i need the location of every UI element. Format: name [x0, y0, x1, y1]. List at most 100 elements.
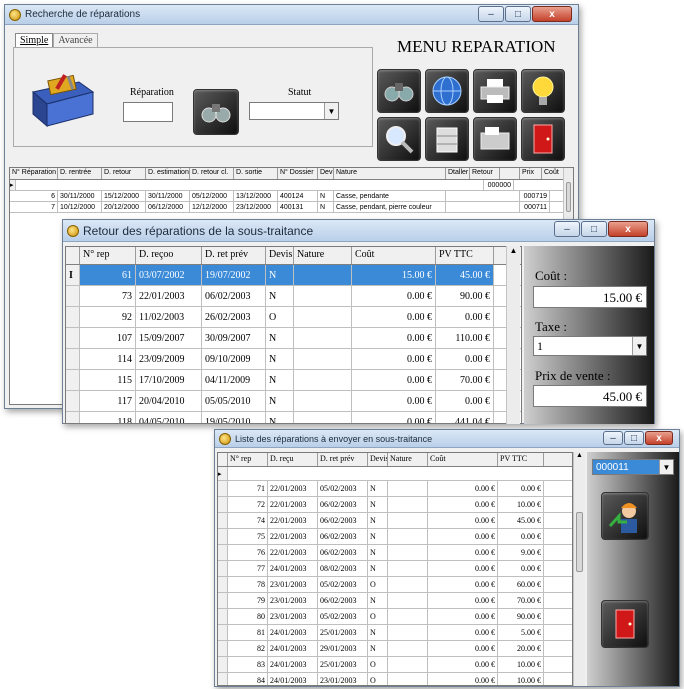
row-selector[interactable] [218, 561, 228, 576]
column-header[interactable]: N° rep [80, 247, 136, 264]
close-button[interactable]: x [532, 6, 572, 22]
menu-magnifier-button[interactable] [377, 117, 421, 161]
exit-button[interactable] [601, 600, 649, 648]
table-row[interactable]: 92 11/02/2003 26/02/2003 O 0.00 €0.00 € [66, 307, 521, 328]
minimize-button[interactable]: – [554, 221, 580, 237]
table-row[interactable]: 117 20/04/2010 05/05/2010 N 0.00 €0.00 € [66, 391, 521, 412]
maximize-button[interactable]: □ [624, 431, 644, 445]
send-to-subcontractor-button[interactable] [601, 492, 649, 540]
row-selector[interactable] [66, 412, 80, 423]
table-row[interactable]: 107 15/09/2007 30/09/2007 N 0.00 €110.00 € [66, 328, 521, 349]
column-header[interactable]: D. retour cl. [190, 168, 234, 179]
menu-cabinet-button[interactable] [425, 117, 469, 161]
table-row[interactable]: 74 22/01/2003 06/02/2003 N 0.00 €45.00 € [218, 513, 572, 529]
menu-globe-button[interactable] [425, 69, 469, 113]
table-row[interactable]: 73 22/01/2003 06/02/2003 N 0.00 €90.00 € [66, 286, 521, 307]
row-selector[interactable] [218, 609, 228, 624]
column-header[interactable]: Coût [352, 247, 436, 264]
sale-price-input[interactable]: 45.00 € [533, 385, 647, 407]
row-selector[interactable] [218, 545, 228, 560]
row-selector[interactable] [218, 577, 228, 592]
row-selector[interactable] [66, 370, 80, 390]
column-header[interactable]: D. sortie [234, 168, 278, 179]
menu-exit-button[interactable] [521, 117, 565, 161]
column-header[interactable]: D. ret prév [202, 247, 266, 264]
column-header[interactable]: N° rep [228, 453, 268, 466]
column-header[interactable] [500, 168, 520, 179]
column-header[interactable]: D. reçoo [136, 247, 202, 264]
row-selector[interactable] [66, 391, 80, 411]
maximize-button[interactable]: □ [581, 221, 607, 237]
table-row[interactable]: I 61 03/07/2002 19/07/2002 N 15.00 €45.00 € [66, 265, 521, 286]
row-selector[interactable] [218, 625, 228, 640]
table-row[interactable]: 118 04/05/2010 19/05/2010 N 0.00 €441.04 € [66, 412, 521, 423]
row-selector[interactable] [66, 349, 80, 369]
table-row[interactable]: 79 23/01/2003 06/02/2003 N 0.00 €70.00 € [218, 593, 572, 609]
scroll-up-icon[interactable]: ▲ [574, 452, 585, 459]
close-button[interactable]: x [645, 431, 673, 445]
repair-select[interactable]: 000011 ▼ [592, 459, 674, 475]
column-header[interactable]: D. estimation [146, 168, 190, 179]
column-header[interactable]: D. reçu [268, 453, 318, 466]
table-row[interactable]: ▸ 000000 [10, 180, 573, 191]
row-selector[interactable] [66, 307, 80, 327]
menu-search-button[interactable] [377, 69, 421, 113]
column-header[interactable]: Nature [334, 168, 446, 179]
column-header[interactable]: Devis [266, 247, 294, 264]
menu-lightbulb-button[interactable] [521, 69, 565, 113]
table-row[interactable]: 80 23/01/2003 05/02/2003 O 0.00 €90.00 € [218, 609, 572, 625]
column-header[interactable]: N° Dossier [278, 168, 318, 179]
table-row[interactable]: 78 23/01/2003 05/02/2003 O 0.00 €60.00 € [218, 577, 572, 593]
column-header[interactable]: PV TTC [436, 247, 494, 264]
cost-input[interactable]: 15.00 € [533, 286, 647, 308]
minimize-button[interactable]: – [478, 6, 504, 22]
vertical-scrollbar[interactable]: ▲ [573, 452, 585, 686]
row-selector[interactable] [218, 529, 228, 544]
row-selector[interactable] [218, 657, 228, 672]
row-selector[interactable] [218, 593, 228, 608]
table-row[interactable]: 82 24/01/2003 29/01/2003 N 0.00 €20.00 € [218, 641, 572, 657]
scroll-up-icon[interactable]: ▲ [507, 246, 520, 255]
table-row[interactable]: 84 24/01/2003 23/01/2003 O 0.00 €10.00 € [218, 673, 572, 685]
table-row[interactable]: 72 22/01/2003 06/02/2003 N 0.00 €10.00 € [218, 497, 572, 513]
row-selector[interactable] [218, 497, 228, 512]
row-selector[interactable]: I [66, 265, 80, 285]
menu-fax-button[interactable] [473, 117, 517, 161]
table-row[interactable]: 7 10/12/2000 20/12/2000 06/12/2000 12/12… [10, 202, 573, 213]
search-binoculars-button[interactable] [193, 89, 239, 135]
table-row[interactable]: 75 22/01/2003 06/02/2003 N 0.00 €0.00 € [218, 529, 572, 545]
column-header[interactable]: Retour [470, 168, 500, 179]
tax-select[interactable]: 1 ▼ [533, 336, 647, 356]
table-row[interactable]: 76 22/01/2003 06/02/2003 N 0.00 €9.00 € [218, 545, 572, 561]
table-row[interactable]: 83 24/01/2003 25/01/2003 O 0.00 €10.00 € [218, 657, 572, 673]
table-row[interactable]: 6 30/11/2000 15/12/2000 30/11/2000 05/12… [10, 191, 573, 202]
menu-printer-button[interactable] [473, 69, 517, 113]
row-selector[interactable] [66, 328, 80, 348]
column-header[interactable]: N° Réparation [10, 168, 58, 179]
column-header[interactable]: Coût [428, 453, 498, 466]
minimize-button[interactable]: – [603, 431, 623, 445]
column-header[interactable]: Nature [294, 247, 352, 264]
column-header[interactable]: D. ret prév [318, 453, 368, 466]
statut-select[interactable]: ▼ [249, 102, 339, 120]
column-header[interactable]: Devis [368, 453, 388, 466]
column-header[interactable]: D. retour [102, 168, 146, 179]
row-selector[interactable] [218, 513, 228, 528]
row-selector[interactable] [218, 673, 228, 685]
tab-simple[interactable]: Simple [15, 33, 54, 47]
row-selector[interactable] [218, 481, 228, 496]
reparation-input[interactable] [123, 102, 173, 122]
maximize-button[interactable]: □ [505, 6, 531, 22]
column-header[interactable]: Dtaller [446, 168, 470, 179]
row-selector[interactable] [66, 286, 80, 306]
table-row[interactable]: 71 22/01/2003 05/02/2003 N 0.00 €0.00 € [218, 481, 572, 497]
table-row[interactable]: ▸ [218, 467, 572, 481]
close-button[interactable]: x [608, 221, 648, 237]
column-header[interactable]: D. rentrée [58, 168, 102, 179]
vertical-scrollbar[interactable]: ▲ [506, 246, 520, 424]
table-row[interactable]: 77 24/01/2003 08/02/2003 N 0.00 €0.00 € [218, 561, 572, 577]
table-row[interactable]: 81 24/01/2003 25/01/2003 N 0.00 €5.00 € [218, 625, 572, 641]
table-row[interactable]: 115 17/10/2009 04/11/2009 N 0.00 €70.00 € [66, 370, 521, 391]
column-header[interactable]: PV TTC [498, 453, 544, 466]
column-header[interactable]: Prix [520, 168, 542, 179]
